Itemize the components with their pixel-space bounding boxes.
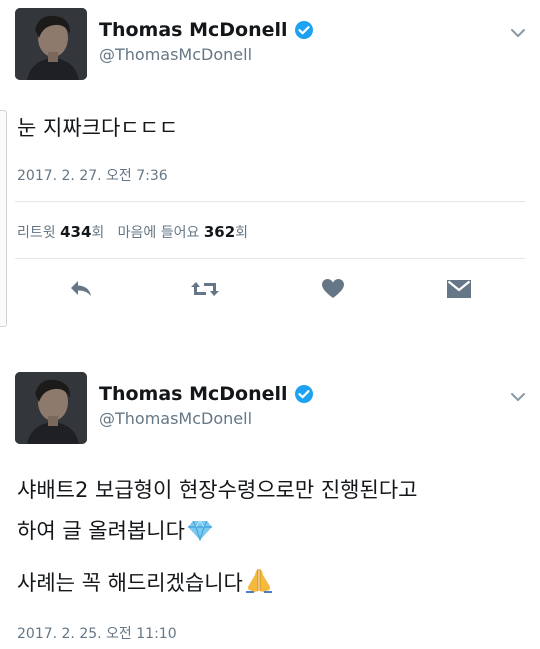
like-count[interactable]: 362 [204,223,235,241]
retweet-button[interactable] [188,272,222,306]
timestamp[interactable]: 2017. 2. 25. 오전 11:10 [17,623,177,643]
tweet-stats: 리트윗 434회 마음에 들어요 362회 [17,222,248,242]
retweet-label: 리트윗 [17,225,56,241]
reply-icon [71,281,91,296]
chevron-down-icon[interactable] [509,391,527,403]
gem-icon [187,520,212,541]
tweet-text-line-2: 하여 글 올려봅니다 [17,515,213,545]
avatar-photo [15,372,87,444]
divider [15,201,525,202]
avatar[interactable] [15,8,87,80]
tweet-1[interactable]: Thomas McDonell @ThomasMcDonell 눈 지짜크다ㄷㄷ… [0,0,540,330]
retweet-suffix: 회 [91,225,105,241]
divider [15,258,525,259]
handle[interactable]: @ThomasMcDonell [99,45,252,64]
verified-badge-icon [294,21,313,39]
reply-button[interactable] [64,272,98,306]
like-label: 마음에 들어요 [117,225,200,241]
timestamp[interactable]: 2017. 2. 27. 오전 7:36 [17,165,168,185]
like-suffix: 회 [235,225,249,241]
like-button[interactable] [316,272,350,306]
direct-message-button[interactable] [442,272,476,306]
direct-message-icon [447,280,471,298]
heart-icon [322,279,344,298]
display-name-text: Thomas McDonell [99,383,288,405]
verified-badge-icon [294,385,313,403]
tweet-text: 눈 지짜크다ㄷㄷㄷ [17,116,179,140]
tweet-text-line-2-text: 하여 글 올려봅니다 [17,519,185,543]
retweet-count[interactable]: 434 [60,223,91,241]
tweet-text-line-1: 샤배트2 보급형이 현장수령으로만 진행된다고 [17,478,418,502]
retweet-icon [191,282,219,296]
display-name[interactable]: Thomas McDonell [99,383,314,405]
chevron-down-icon[interactable] [509,27,527,39]
display-name-text: Thomas McDonell [99,19,288,41]
avatar[interactable] [15,372,87,444]
handle[interactable]: @ThomasMcDonell [99,409,252,428]
tweet-text-line-3: 사례는 꼭 해드리겠습니다 [17,567,273,597]
avatar-photo [15,8,87,80]
tweet-2[interactable]: Thomas McDonell @ThomasMcDonell 샤배트2 보급형… [0,356,540,649]
folded-hands-icon [245,569,272,593]
display-name[interactable]: Thomas McDonell [99,19,314,41]
tweet-text-line-3-text: 사례는 꼭 해드리겠습니다 [17,571,243,595]
tweet-actions [0,272,540,306]
